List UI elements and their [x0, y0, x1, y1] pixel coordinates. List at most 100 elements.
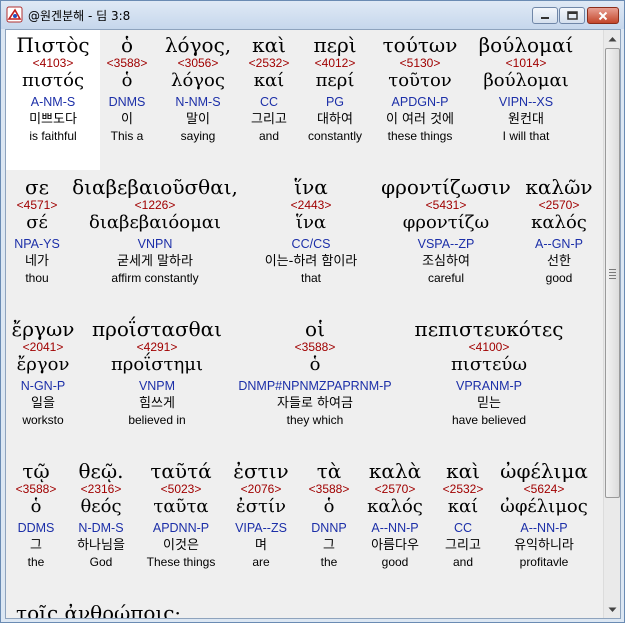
- greek-word: περὶ: [313, 33, 357, 57]
- strong-number[interactable]: <4571>: [6, 198, 68, 213]
- app-logo-icon: [6, 6, 23, 23]
- word-block[interactable]: καὶ <2532> καί CC 그리고 and: [434, 460, 492, 570]
- word-block[interactable]: ἐστιν <2076> ἐστίν VIPA--ZS 며 are: [224, 460, 298, 570]
- strong-number[interactable]: <3056>: [156, 56, 240, 71]
- parsing-code[interactable]: APDNN-P: [140, 519, 222, 537]
- strong-number[interactable]: <5130>: [374, 56, 466, 71]
- strong-number[interactable]: <5431>: [378, 198, 514, 213]
- minimize-button[interactable]: [532, 7, 558, 24]
- lemma: ὁ: [121, 70, 133, 91]
- word-block[interactable]: ἔργων <2041> ἔργον N-GN-P 일을 worksto: [6, 318, 80, 428]
- parsing-code[interactable]: DNMP#NPNMZPAPRNM-P: [234, 377, 396, 395]
- parsing-code[interactable]: VNPM: [84, 377, 230, 395]
- strong-number[interactable]: <2532>: [242, 56, 296, 71]
- interlinear-content[interactable]: Πιστὸς <4103> πιστός A-NM-S 미쁘도다 is fait…: [6, 30, 603, 618]
- strong-number[interactable]: <4012>: [298, 56, 372, 71]
- strong-number[interactable]: <5624>: [494, 482, 594, 497]
- english-gloss: have believed: [451, 413, 527, 427]
- word-block[interactable]: σε <4571> σέ NPA-YS 네가 thou: [6, 176, 68, 286]
- word-block[interactable]: φροντίζωσιν <5431> φροντίζω VSPA--ZP 조심하…: [378, 176, 514, 286]
- strong-number[interactable]: <2570>: [516, 198, 602, 213]
- parsing-code[interactable]: VIPA--ZS: [224, 519, 298, 537]
- parsing-code[interactable]: N-DM-S: [66, 519, 136, 537]
- word-block[interactable]: τὰ <3588> ὁ DNNP 그 the: [302, 460, 356, 570]
- word-block[interactable]: Πιστὸς <4103> πιστός A-NM-S 미쁘도다 is fait…: [10, 34, 96, 144]
- strong-number[interactable]: <3588>: [8, 482, 64, 497]
- greek-word: τῷ: [22, 459, 50, 483]
- word-block[interactable]: τούτων <5130> τοῦτον APDGN-P 이 여러 것에 the…: [374, 34, 466, 144]
- strong-number[interactable]: <4291>: [84, 340, 230, 355]
- word-block[interactable]: τῷ <3588> ὁ DDMS 그 the: [8, 460, 64, 570]
- scroll-down-button[interactable]: [604, 601, 620, 618]
- word-block[interactable]: προΐστασθαι <4291> προΐστημι VNPM 힘쓰게 be…: [84, 318, 230, 428]
- word-block[interactable]: οἱ <3588> ὁ DNMP#NPNMZPAPRNM-P 자들로 하여금 t…: [234, 318, 396, 428]
- greek-word: τούτων: [382, 33, 458, 57]
- parsing-code[interactable]: APDGN-P: [374, 93, 466, 111]
- close-button[interactable]: [587, 7, 619, 24]
- maximize-button[interactable]: [559, 7, 585, 24]
- strong-number[interactable]: <3588>: [302, 482, 356, 497]
- vertical-scrollbar[interactable]: [603, 30, 620, 618]
- word-block[interactable]: θεῷ. <2316> θεός N-DM-S 하나님을 God: [66, 460, 136, 570]
- lemma: λόγος: [171, 70, 225, 91]
- english-gloss: good: [381, 555, 409, 569]
- scroll-thumb[interactable]: [605, 48, 620, 498]
- parsing-code[interactable]: VPRANM-P: [406, 377, 572, 395]
- parsing-code[interactable]: CC: [434, 519, 492, 537]
- english-gloss: profitavle: [519, 555, 569, 569]
- strong-number[interactable]: <4103>: [10, 56, 96, 71]
- strong-number[interactable]: <1226>: [70, 198, 240, 213]
- parsing-code[interactable]: PG: [298, 93, 372, 111]
- strong-number[interactable]: <2076>: [224, 482, 298, 497]
- lemma: διαβεβαιόομαι: [89, 212, 221, 233]
- window-title: @원겐분해 - 딤 3:8: [28, 9, 131, 23]
- strong-number[interactable]: <2532>: [434, 482, 492, 497]
- close-icon: [598, 11, 608, 20]
- word-block[interactable]: καὶ <2532> καί CC 그리고 and: [242, 34, 296, 144]
- minimize-icon: [541, 16, 549, 19]
- scroll-up-button[interactable]: [604, 30, 620, 47]
- strong-number[interactable]: <2316>: [66, 482, 136, 497]
- korean-gloss: 그: [30, 538, 42, 553]
- strong-number[interactable]: <4100>: [406, 340, 572, 355]
- word-block[interactable]: πεπιστευκότες <4100> πιστεύω VPRANM-P 믿는…: [406, 318, 572, 428]
- parsing-code[interactable]: N-NM-S: [156, 93, 240, 111]
- parsing-code[interactable]: VIPN--XS: [476, 93, 576, 111]
- english-gloss: I will that: [502, 129, 550, 143]
- korean-gloss: 힘쓰게: [139, 396, 175, 411]
- strong-number[interactable]: <1014>: [476, 56, 576, 71]
- parsing-code[interactable]: DDMS: [8, 519, 64, 537]
- parsing-code[interactable]: NPA-YS: [6, 235, 68, 253]
- parsing-code[interactable]: VNPN: [70, 235, 240, 253]
- word-block[interactable]: διαβεβαιοῦσθαι, <1226> διαβεβαιόομαι VNP…: [70, 176, 240, 286]
- strong-number[interactable]: <5023>: [140, 482, 222, 497]
- parsing-code[interactable]: CC: [242, 93, 296, 111]
- strong-number[interactable]: <2443>: [246, 198, 376, 213]
- strong-number[interactable]: <3588>: [234, 340, 396, 355]
- parsing-code[interactable]: CC/CS: [246, 235, 376, 253]
- word-block[interactable]: καλῶν <2570> καλός A--GN-P 선한 good: [516, 176, 602, 286]
- lemma: ὁ: [323, 496, 335, 517]
- word-block[interactable]: λόγος, <3056> λόγος N-NM-S 말이 saying: [156, 34, 240, 144]
- word-block[interactable]: ἵνα <2443> ἵνα CC/CS 이는-하려 함이라 that: [246, 176, 376, 286]
- word-block[interactable]: ὠφέλιμα <5624> ὠφέλιμος A--NN-P 유익하니라 pr…: [494, 460, 594, 570]
- parsing-code[interactable]: DNNP: [302, 519, 356, 537]
- parsing-code[interactable]: A--NN-P: [494, 519, 594, 537]
- word-block[interactable]: ὁ <3588> ὁ DNMS 이 This a: [98, 34, 156, 144]
- strong-number[interactable]: <2041>: [6, 340, 80, 355]
- word-block[interactable]: βούλομαί <1014> βούλομαι VIPN--XS 원컨대 I …: [476, 34, 576, 144]
- parsing-code[interactable]: A--GN-P: [516, 235, 602, 253]
- parsing-code[interactable]: A-NM-S: [10, 93, 96, 111]
- parsing-code[interactable]: A--NN-P: [358, 519, 432, 537]
- strong-number[interactable]: <2570>: [358, 482, 432, 497]
- word-block[interactable]: περὶ <4012> περί PG 대하여 constantly: [298, 34, 372, 144]
- strong-number[interactable]: <3588>: [98, 56, 156, 71]
- parsing-code[interactable]: DNMS: [98, 93, 156, 111]
- parsing-code[interactable]: N-GN-P: [6, 377, 80, 395]
- korean-gloss: 그: [323, 538, 335, 553]
- korean-gloss: 굳세게 말하라: [117, 254, 193, 269]
- title-bar[interactable]: @원겐분해 - 딤 3:8: [1, 1, 624, 29]
- parsing-code[interactable]: VSPA--ZP: [378, 235, 514, 253]
- word-block[interactable]: καλὰ <2570> καλός A--NN-P 아름다우 good: [358, 460, 432, 570]
- word-block[interactable]: ταῦτά <5023> ταῦτα APDNN-P 이것은 These thi…: [140, 460, 222, 570]
